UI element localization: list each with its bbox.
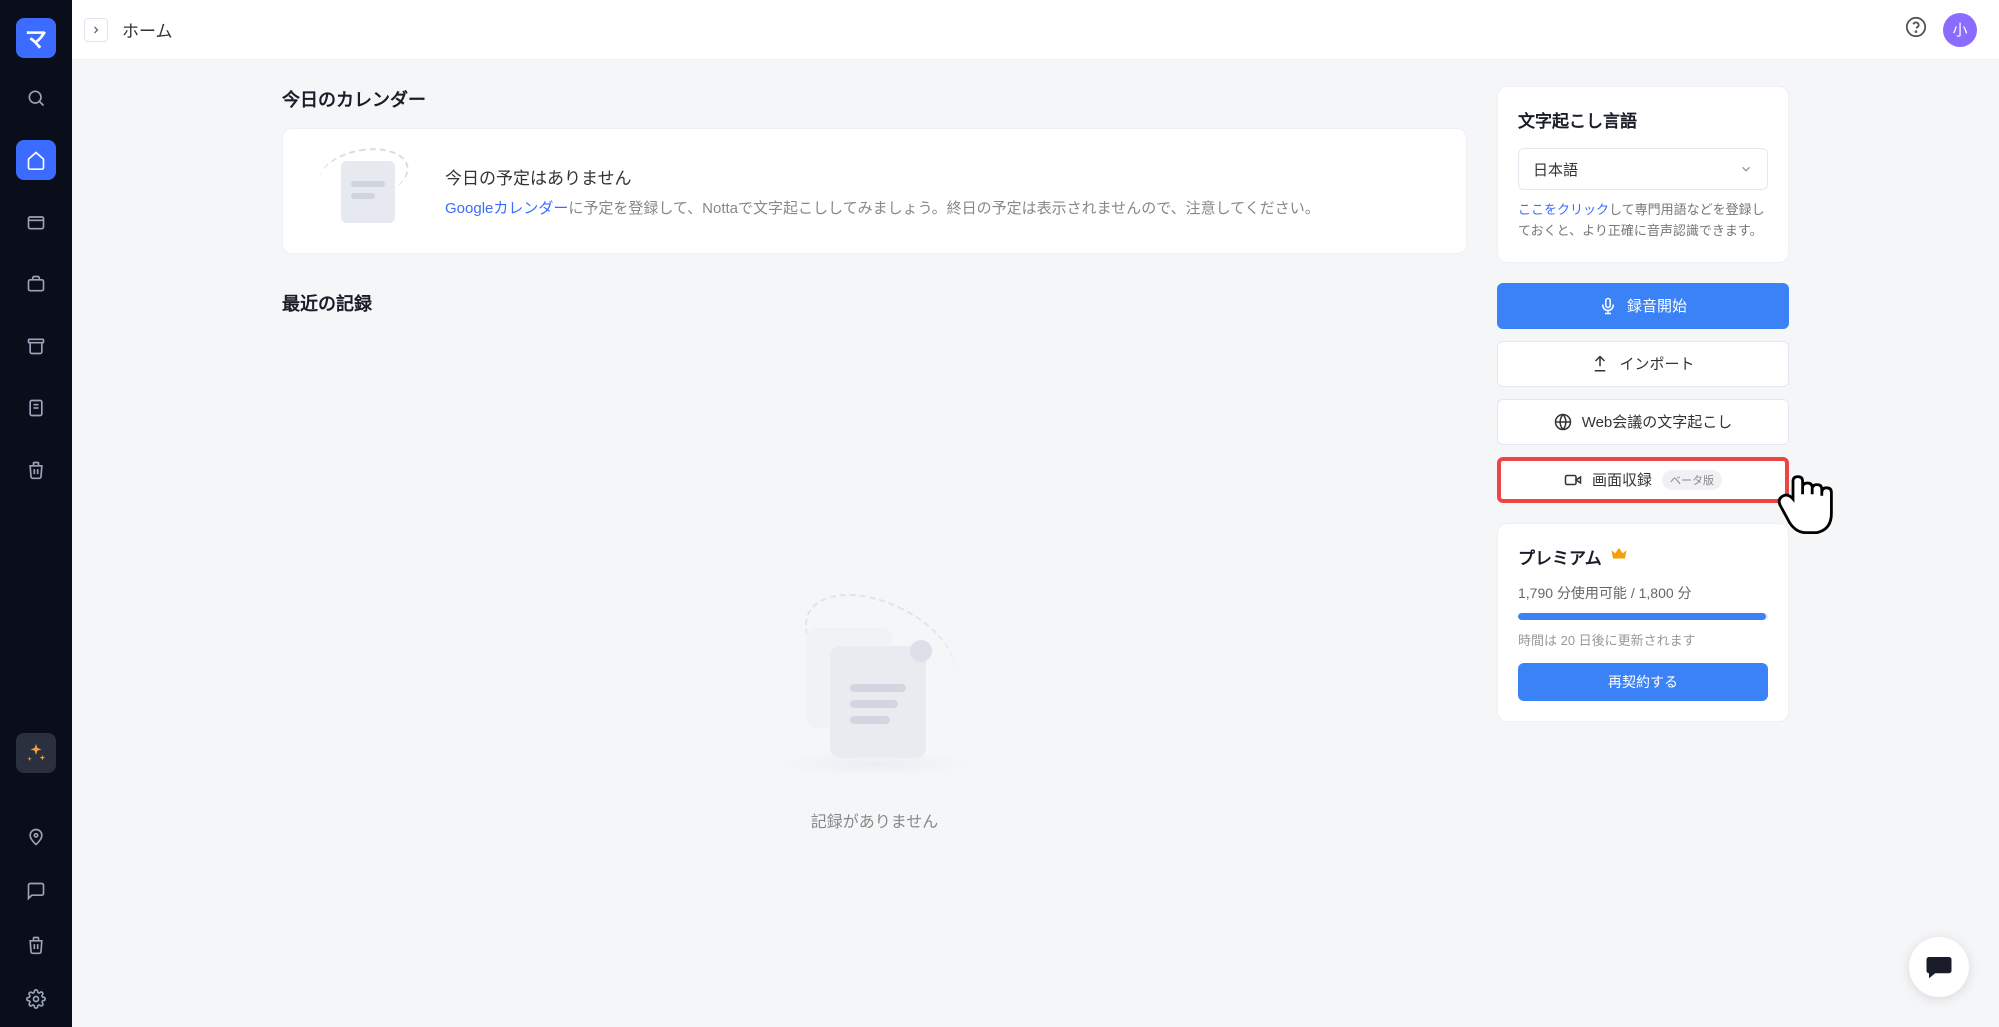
speech-bubble-icon bbox=[1924, 952, 1954, 982]
language-hint: ここをクリックして専門用語などを登録しておくと、より正確に音声認識できます。 bbox=[1518, 200, 1768, 242]
archive-icon bbox=[26, 336, 46, 356]
screen-record-label: 画面収録 bbox=[1592, 469, 1652, 490]
empty-illustration bbox=[770, 602, 980, 772]
chat-bubble-button[interactable] bbox=[1909, 937, 1969, 997]
usage-unit2: 分 bbox=[1678, 585, 1692, 601]
progress-fill bbox=[1518, 613, 1766, 620]
recent-empty-state: 記録がありません bbox=[282, 332, 1467, 832]
usage-unit1: 分使用可能 bbox=[1557, 585, 1627, 601]
usage-sep: / bbox=[1631, 585, 1639, 601]
calendar-section-title: 今日のカレンダー bbox=[282, 86, 1467, 112]
left-pane: 今日のカレンダー 今日の予定はありません Googleカレンダーに予定を登録して… bbox=[282, 86, 1467, 1001]
document-icon bbox=[26, 398, 46, 418]
calendar-illustration bbox=[319, 155, 409, 227]
gear-icon bbox=[26, 989, 46, 1009]
main-column: ホーム 小 今日のカレンダー 今日の予定はありません Googleカレンダーに予… bbox=[72, 0, 1999, 1027]
action-buttons: 録音開始 インポート Web会議の文字起こし 画面収録 ベータ版 bbox=[1497, 283, 1789, 503]
trash-icon bbox=[26, 935, 46, 955]
calendar-text: 今日の予定はありません Googleカレンダーに予定を登録して、Nottaで文字… bbox=[445, 164, 1320, 218]
help-icon bbox=[1905, 16, 1927, 38]
import-label: インポート bbox=[1619, 353, 1694, 374]
premium-card: プレミアム 1,790 分使用可能 / 1,800 分 bbox=[1497, 523, 1789, 722]
language-card: 文字起こし言語 日本語 ここをクリックして専門用語などを登録しておくと、より正確… bbox=[1497, 86, 1789, 263]
header: ホーム 小 bbox=[72, 0, 1999, 60]
avatar[interactable]: 小 bbox=[1943, 13, 1977, 47]
record-label: 録音開始 bbox=[1627, 295, 1687, 316]
language-selected: 日本語 bbox=[1533, 159, 1578, 180]
chevron-down-icon bbox=[1739, 162, 1753, 176]
home-icon bbox=[26, 150, 46, 170]
recent-section-title: 最近の記録 bbox=[282, 290, 1467, 316]
nav-home[interactable] bbox=[16, 140, 56, 180]
google-calendar-link[interactable]: Googleカレンダー bbox=[445, 200, 568, 217]
language-card-title: 文字起こし言語 bbox=[1518, 107, 1768, 132]
record-button[interactable]: 録音開始 bbox=[1497, 283, 1789, 329]
content: 今日のカレンダー 今日の予定はありません Googleカレンダーに予定を登録して… bbox=[72, 60, 1999, 1027]
calendar-card: 今日の予定はありません Googleカレンダーに予定を登録して、Nottaで文字… bbox=[282, 128, 1467, 254]
calendar-desc: Googleカレンダーに予定を登録して、Nottaで文字起こししてみましょう。終… bbox=[445, 197, 1320, 218]
nav-folder1[interactable] bbox=[16, 202, 56, 242]
screen-record-button[interactable]: 画面収録 ベータ版 bbox=[1497, 457, 1789, 503]
premium-title-text: プレミアム bbox=[1518, 544, 1602, 569]
sidebar: マ bbox=[0, 0, 72, 1027]
nav-folder3[interactable] bbox=[16, 326, 56, 366]
globe-icon bbox=[1554, 413, 1572, 431]
sparkle-icon bbox=[25, 742, 47, 764]
empty-text: 記録がありません bbox=[811, 808, 939, 832]
renew-button[interactable]: 再契約する bbox=[1518, 663, 1768, 701]
usage-used: 1,790 bbox=[1518, 585, 1553, 601]
language-hint-link[interactable]: ここをクリック bbox=[1518, 202, 1609, 217]
nav-chat[interactable] bbox=[16, 871, 56, 911]
nav-upgrade[interactable] bbox=[16, 733, 56, 773]
language-select[interactable]: 日本語 bbox=[1518, 148, 1768, 190]
briefcase-icon bbox=[26, 274, 46, 294]
calendar-desc-rest: に予定を登録して、Nottaで文字起こししてみましょう。終日の予定は表示されませ… bbox=[568, 200, 1319, 217]
wallet-icon bbox=[26, 212, 46, 232]
nav-group-top bbox=[16, 78, 56, 490]
calendar-no-events: 今日の予定はありません bbox=[445, 164, 1320, 189]
usage-text: 1,790 分使用可能 / 1,800 分 bbox=[1518, 583, 1768, 603]
web-meeting-button[interactable]: Web会議の文字起こし bbox=[1497, 399, 1789, 445]
nav-group-bottom bbox=[16, 733, 56, 1019]
nav-trash[interactable] bbox=[16, 450, 56, 490]
premium-title: プレミアム bbox=[1518, 544, 1768, 569]
mic-icon bbox=[1599, 297, 1617, 315]
renew-text: 時間は 20 日後に更新されます bbox=[1518, 630, 1768, 649]
usage-total: 1,800 bbox=[1639, 585, 1674, 601]
breadcrumb: ホーム bbox=[122, 17, 173, 42]
video-icon bbox=[1564, 471, 1582, 489]
crown-icon bbox=[1610, 545, 1628, 568]
app-logo[interactable]: マ bbox=[16, 18, 56, 58]
nav-folder2[interactable] bbox=[16, 264, 56, 304]
nav-search[interactable] bbox=[16, 78, 56, 118]
beta-badge: ベータ版 bbox=[1662, 470, 1722, 490]
right-pane: 文字起こし言語 日本語 ここをクリックして専門用語などを登録しておくと、より正確… bbox=[1497, 86, 1789, 1001]
chevron-right-icon bbox=[90, 24, 102, 36]
nav-settings[interactable] bbox=[16, 979, 56, 1019]
nav-document[interactable] bbox=[16, 388, 56, 428]
import-button[interactable]: インポート bbox=[1497, 341, 1789, 387]
location-icon bbox=[26, 827, 46, 847]
upload-icon bbox=[1591, 355, 1609, 373]
progress-bar bbox=[1518, 613, 1768, 620]
nav-trash2[interactable] bbox=[16, 925, 56, 965]
search-icon bbox=[26, 88, 46, 108]
sidebar-expand-button[interactable] bbox=[84, 18, 108, 42]
trash-icon bbox=[26, 460, 46, 480]
chat-icon bbox=[26, 881, 46, 901]
nav-location[interactable] bbox=[16, 817, 56, 857]
web-meeting-label: Web会議の文字起こし bbox=[1582, 411, 1733, 432]
help-button[interactable] bbox=[1905, 16, 1927, 43]
